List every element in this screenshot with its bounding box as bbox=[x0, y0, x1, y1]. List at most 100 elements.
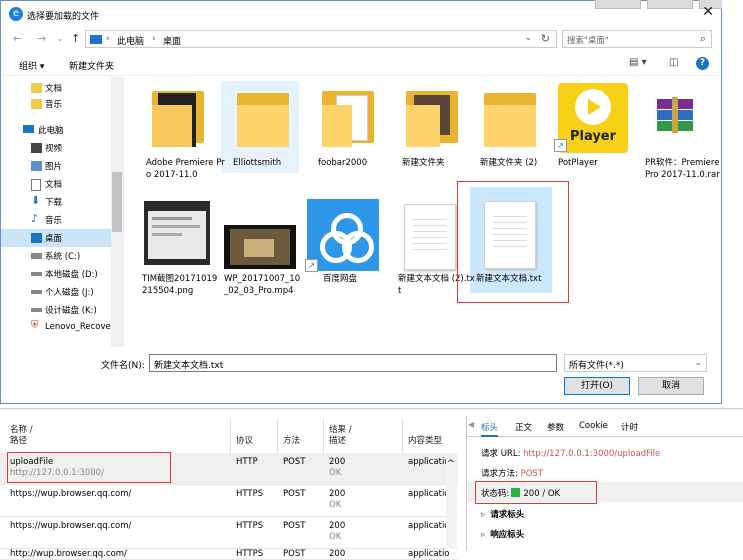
sidebar-item-desktop[interactable]: 桌面 bbox=[1, 229, 111, 247]
row-content-type: applicatio bbox=[408, 489, 450, 499]
open-button[interactable]: 打开(O) bbox=[564, 377, 630, 395]
column-header-name[interactable]: 名称 / bbox=[10, 425, 33, 436]
tab-cookie[interactable]: Cookie bbox=[579, 421, 608, 431]
sidebar-item-label: 桌面 bbox=[45, 234, 63, 244]
tab-params[interactable]: 参数 bbox=[547, 421, 564, 433]
file-type-select[interactable]: 所有文件(*.*) ⌄ bbox=[564, 354, 707, 372]
table-row[interactable]: http://wup.browser.qq.com/ HTTPS POST 20… bbox=[0, 549, 458, 560]
file-name: PR软件：Premiere Pro 2017-11.0.rar bbox=[645, 158, 720, 180]
row-method: POST bbox=[283, 521, 306, 531]
sidebar-item-label: 设计磁盘 (K:) bbox=[45, 306, 97, 316]
sidebar-item-pictures[interactable]: 图片 bbox=[1, 157, 111, 175]
refresh-icon[interactable]: ↻ bbox=[541, 32, 550, 45]
table-row[interactable]: https://wup.browser.qq.com/ HTTPS POST 2… bbox=[0, 517, 458, 549]
computer-icon bbox=[90, 35, 102, 44]
sidebar-item-music[interactable]: 音乐 bbox=[1, 95, 111, 113]
breadcrumb-separator: › bbox=[106, 34, 110, 44]
row-status: 200 bbox=[329, 457, 346, 467]
sidebar-item-drive-j[interactable]: 个人磁盘 (J:) bbox=[1, 283, 111, 301]
collapse-arrow-icon[interactable]: ◀ bbox=[468, 420, 474, 429]
sidebar-item-label: 下载 bbox=[45, 198, 63, 208]
help-icon[interactable]: ? bbox=[696, 57, 709, 70]
breadcrumb-separator: › bbox=[152, 34, 156, 44]
sidebar-item-music-2[interactable]: ♪ 音乐 bbox=[1, 211, 111, 229]
chevron-down-icon[interactable]: ⌄ bbox=[694, 358, 702, 368]
column-header-path[interactable]: 路径 bbox=[10, 436, 27, 447]
row-status: 200 bbox=[329, 521, 346, 531]
expand-arrow-icon: ▹ bbox=[481, 530, 486, 540]
breadcrumb-this-pc[interactable]: 此电脑 bbox=[117, 34, 144, 47]
tab-body[interactable]: 正文 bbox=[515, 421, 532, 433]
row-method: POST bbox=[283, 457, 306, 467]
sidebar-item-label: 文档 bbox=[45, 84, 63, 94]
column-header-content-type[interactable]: 内容类型 bbox=[408, 436, 442, 447]
sidebar-item-label: 个人磁盘 (J:) bbox=[45, 288, 94, 298]
highlight-box bbox=[457, 181, 569, 303]
request-headers-section[interactable]: ▹ 请求标头 bbox=[481, 508, 524, 520]
search-icon: ⌕ bbox=[699, 32, 706, 45]
navigation-bar: ← → ⌄ ↑ › 此电脑 › 桌面 ⌄ ↻ 搜索"桌面" ⌕ bbox=[1, 27, 721, 51]
table-row[interactable]: https://wup.browser.qq.com/ HTTPS POST 2… bbox=[0, 485, 458, 517]
recent-dropdown-icon[interactable]: ⌄ bbox=[57, 34, 64, 43]
dialog-title: 选择要加载的文件 bbox=[27, 12, 100, 22]
cancel-button[interactable]: 取消 bbox=[638, 377, 704, 395]
back-arrow-icon[interactable]: ← bbox=[13, 32, 22, 45]
filename-field[interactable]: 新建文本文档.txt ⌄ bbox=[149, 354, 557, 372]
drive-icon bbox=[31, 253, 42, 259]
tab-timing[interactable]: 计时 bbox=[621, 421, 638, 433]
folder-thumbnail bbox=[318, 83, 398, 161]
highlight-box bbox=[475, 481, 597, 504]
recovery-drive-icon: ⛨ bbox=[31, 320, 39, 331]
folder-thumbnail bbox=[146, 83, 226, 161]
row-method: POST bbox=[283, 489, 306, 499]
address-bar[interactable]: › 此电脑 › 桌面 ⌄ ↻ bbox=[85, 30, 557, 48]
up-arrow-icon[interactable]: ↑ bbox=[71, 32, 80, 45]
view-options-icon[interactable]: ▤ ▾ bbox=[629, 57, 647, 68]
breadcrumb-desktop[interactable]: 桌面 bbox=[163, 34, 181, 47]
search-input[interactable]: 搜索"桌面" ⌕ bbox=[562, 30, 712, 48]
chevron-down-icon[interactable]: ⌄ bbox=[154, 358, 552, 368]
table-scrollbar[interactable]: ^ bbox=[446, 459, 457, 549]
preview-pane-icon[interactable]: ◫ bbox=[669, 57, 678, 68]
column-header-method[interactable]: 方法 bbox=[283, 436, 300, 447]
forward-arrow-icon[interactable]: → bbox=[37, 32, 46, 45]
request-method-value: POST bbox=[520, 469, 543, 479]
title-bar: e 选择要加载的文件 ✕ bbox=[1, 1, 721, 27]
sidebar-item-videos[interactable]: 视频 bbox=[1, 139, 111, 157]
organize-menu-button[interactable]: 组织 ▾ bbox=[19, 59, 44, 72]
sidebar-item-label: 本地磁盘 (D:) bbox=[45, 270, 98, 280]
request-url-label: 请求 URL: bbox=[481, 449, 521, 459]
sidebar-item-drive-d[interactable]: 本地磁盘 (D:) bbox=[1, 265, 111, 283]
request-url-value: http://127.0.0.1:3000/uploadFile bbox=[523, 449, 661, 459]
column-header-protocol[interactable]: 协议 bbox=[236, 436, 253, 447]
folder-icon bbox=[31, 83, 42, 93]
sidebar-item-downloads[interactable]: ⬇ 下载 bbox=[1, 193, 111, 211]
row-protocol: HTTPS bbox=[236, 549, 264, 559]
row-content-type: applicatio bbox=[408, 521, 450, 531]
sidebar-item-drive-k[interactable]: 设计磁盘 (K:) bbox=[1, 301, 111, 319]
sidebar-item-lenovo-recovery[interactable]: ⛨ Lenovo_Recove bbox=[1, 319, 111, 337]
column-header-desc[interactable]: 描述 bbox=[329, 436, 346, 447]
table-header: 名称 / 路径 协议 方法 结果 / 描述 内容类型 bbox=[0, 419, 458, 454]
sidebar-item-label: 文档 bbox=[45, 180, 63, 190]
column-header-result[interactable]: 结果 / bbox=[329, 425, 352, 436]
sidebar-item-drive-c[interactable]: 系统 (C:) bbox=[1, 247, 111, 265]
row-protocol: HTTPS bbox=[236, 521, 264, 531]
close-button[interactable]: ✕ bbox=[702, 4, 714, 20]
chevron-down-icon[interactable]: ⌄ bbox=[524, 33, 532, 43]
row-status-text: OK bbox=[329, 532, 342, 542]
tab-headers[interactable]: 标头 bbox=[481, 421, 499, 437]
toolbar: 组织 ▾ 新建文件夹 ▤ ▾ ◫ ? bbox=[1, 55, 721, 76]
background-edge bbox=[722, 0, 743, 408]
row-content-type: applicatio bbox=[408, 549, 450, 559]
sidebar-item-this-pc[interactable]: 此电脑 bbox=[1, 121, 111, 139]
video-thumbnail bbox=[224, 199, 304, 277]
section-title: 响应标头 bbox=[490, 530, 525, 540]
response-headers-section[interactable]: ▹ 响应标头 bbox=[481, 528, 524, 540]
scrollbar-thumb[interactable] bbox=[112, 172, 122, 232]
sidebar-scrollbar[interactable] bbox=[111, 77, 123, 347]
new-folder-button[interactable]: 新建文件夹 bbox=[69, 59, 114, 72]
sidebar-item-label: 视频 bbox=[45, 144, 63, 154]
sidebar-item-documents-2[interactable]: 文档 bbox=[1, 175, 111, 193]
scroll-up-icon[interactable]: ^ bbox=[447, 459, 455, 469]
